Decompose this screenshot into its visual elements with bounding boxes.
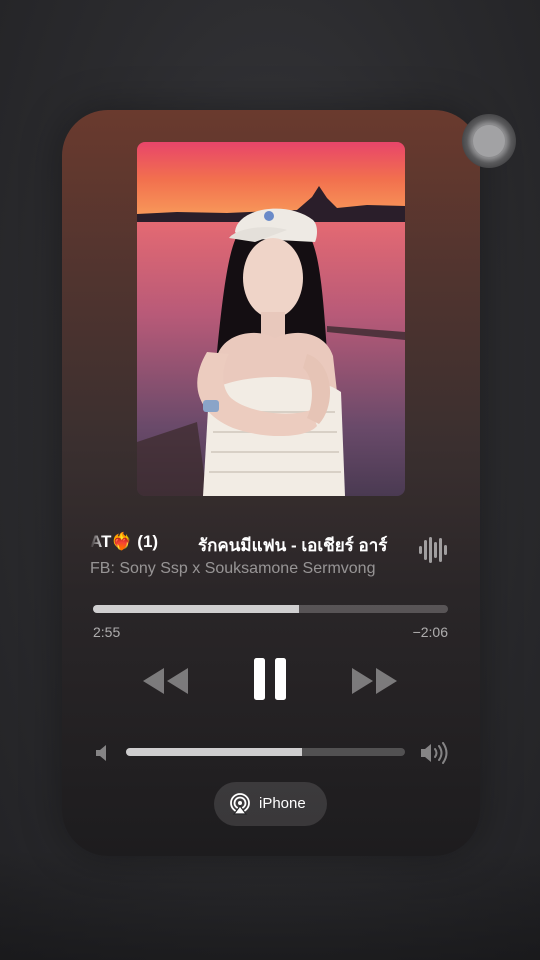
track-title-prefix: AT❤️‍🔥 (1) xyxy=(90,532,159,551)
assistive-touch-icon xyxy=(473,125,505,157)
airplay-icon xyxy=(230,793,250,815)
now-playing-widget: AT❤️‍🔥 (1) รักคนมีแฟน - เอเชียร์ อาร์ FB… xyxy=(62,110,480,856)
track-title-marquee[interactable]: AT❤️‍🔥 (1) รักคนมีแฟน - เอเชียร์ อาร์ xyxy=(90,530,420,556)
playback-scrubber[interactable] xyxy=(93,605,448,613)
track-artist[interactable]: FB: Sony Ssp x Souksamone Sermvong xyxy=(90,560,435,582)
rewind-icon xyxy=(143,668,188,694)
volume-level-fill xyxy=(126,748,302,756)
pause-icon xyxy=(254,658,286,700)
rewind-button[interactable] xyxy=(142,666,190,701)
track-title: รักคนมีแฟน - เอเชียร์ อาร์ xyxy=(198,536,388,555)
volume-slider[interactable] xyxy=(126,748,405,756)
playback-progress-fill xyxy=(93,605,299,613)
waveform-icon xyxy=(418,536,448,569)
background-fade xyxy=(0,850,540,960)
time-elapsed: 2:55 xyxy=(93,624,121,640)
time-remaining: −2:06 xyxy=(412,624,448,640)
audio-output-label: iPhone xyxy=(259,795,306,812)
assistive-touch-button[interactable] xyxy=(462,114,516,168)
pause-button[interactable] xyxy=(252,656,288,707)
audio-output-button[interactable]: iPhone xyxy=(214,782,327,826)
fast-forward-icon xyxy=(352,668,397,694)
album-artwork xyxy=(137,142,405,496)
speaker-low-icon xyxy=(95,744,111,767)
speaker-high-icon xyxy=(420,742,450,769)
fast-forward-button[interactable] xyxy=(350,666,398,701)
